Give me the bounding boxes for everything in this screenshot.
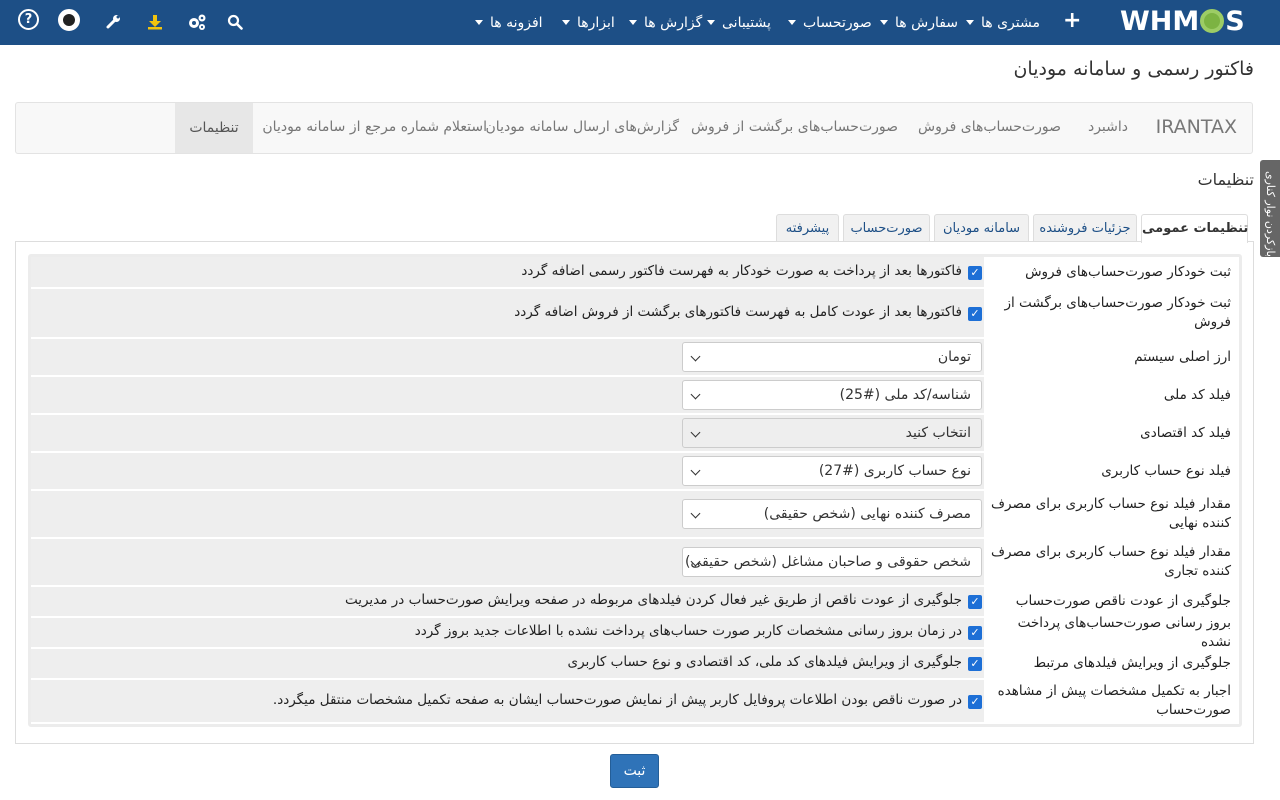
section-title: تنظیمات [1197, 170, 1254, 189]
select-currency[interactable]: تومان [682, 342, 982, 372]
module-navbar: IRANTAX داشبرد صورت‌حساب‌های فروش صورت‌ح… [15, 102, 1253, 154]
checkbox-auto-sales[interactable]: ✓ [968, 266, 982, 280]
module-brand[interactable]: IRANTAX [1156, 116, 1237, 138]
wrench-icon[interactable] [101, 10, 125, 34]
select-national-id-field[interactable]: شناسه/کد ملی (#25) [682, 380, 982, 410]
checkbox-label: جلوگیری از عودت ناقص از طریق غیر فعال کر… [344, 592, 962, 608]
chevron-down-icon [690, 427, 701, 438]
tab-panel: ✓ فاکتورها بعد از پرداخت به صورت خودکار … [15, 241, 1254, 744]
page-title: فاکتور رسمی و سامانه مودیان [1013, 58, 1254, 80]
form-row: ✓ جلوگیری از ویرایش فیلدهای کد ملی، کد ا… [31, 649, 1239, 680]
search-icon[interactable] [223, 10, 247, 34]
gear-logo-icon [1200, 9, 1225, 33]
tab-general[interactable]: تنظیمات عمومی [1141, 214, 1248, 243]
form-row: ✓ فاکتورها بعد از عودت کامل به فهرست فاک… [31, 289, 1239, 339]
tab-seller-details[interactable]: جزئیات فروشنده [1033, 214, 1137, 242]
nav-dashboard[interactable]: داشبرد [1088, 119, 1128, 135]
checkbox-label: جلوگیری از ویرایش فیلدهای کد ملی، کد اقت… [567, 654, 962, 670]
checkbox-label: فاکتورها بعد از عودت کامل به فهرست فاکتو… [514, 304, 962, 320]
menu-addons[interactable]: افزونه ها [475, 13, 543, 33]
checkbox-label: در صورت ناقص بودن اطلاعات پروفایل کاربر … [272, 692, 962, 708]
tab-moadian[interactable]: سامانه مودیان [934, 214, 1029, 242]
form-row: تومان ارز اصلی سیستم [31, 339, 1239, 377]
field-label: فیلد کد ملی [984, 377, 1239, 413]
select-end-consumer-value[interactable]: مصرف کننده نهایی (شخص حقیقی) [682, 499, 982, 529]
checkbox-auto-returns[interactable]: ✓ [968, 307, 982, 321]
caret-down-icon [475, 20, 483, 25]
caret-down-icon [629, 20, 637, 25]
chevron-down-icon [690, 508, 701, 519]
chevron-down-icon [690, 389, 701, 400]
caret-down-icon [880, 20, 888, 25]
cogs-icon[interactable] [185, 10, 209, 34]
nav-reference-inquiry[interactable]: استعلام شماره مرجع از سامانه مودیان [262, 119, 487, 135]
field-label: جلوگیری از ویرایش فیلدهای مرتبط [984, 649, 1239, 678]
whmcs-logo[interactable]: WHM S [1120, 5, 1246, 39]
form-row: ✓ در زمان بروز رسانی مشخصات کاربر صورت ح… [31, 615, 1239, 650]
checkbox-label: فاکتورها بعد از پرداخت به صورت خودکار به… [521, 263, 962, 279]
field-label: ثبت خودکار صورت‌حساب‌های فروش [984, 257, 1239, 287]
top-navbar: WHM S + مشتری ها سفارش ها صورتحساب پشتیبا… [0, 0, 1280, 45]
checkbox-lock-related-fields[interactable]: ✓ [968, 657, 982, 671]
checkbox-update-unpaid[interactable]: ✓ [968, 626, 982, 640]
nav-return-invoices[interactable]: صورت‌حساب‌های برگشت از فروش [691, 119, 898, 135]
form-row: نوع حساب کاربری (#27) فیلد نوع حساب کارب… [31, 453, 1239, 491]
caret-down-icon [966, 20, 974, 25]
caret-down-icon [788, 20, 796, 25]
checkbox-force-profile-completion[interactable]: ✓ [968, 695, 982, 709]
chevron-down-icon [690, 465, 701, 476]
field-label: مقدار فیلد نوع حساب کاربری برای مصرف کنن… [984, 491, 1239, 537]
save-button[interactable]: ثبت [610, 754, 659, 788]
help-icon[interactable]: ? [18, 9, 39, 30]
nav-settings[interactable]: تنظیمات [175, 103, 253, 153]
menu-utilities[interactable]: ابزارها [562, 13, 615, 33]
avatar[interactable] [58, 9, 80, 31]
select-account-type-field[interactable]: نوع حساب کاربری (#27) [682, 456, 982, 486]
form-row: شناسه/کد ملی (#25) فیلد کد ملی [31, 377, 1239, 415]
checkbox-label: در زمان بروز رسانی مشخصات کاربر صورت حسا… [414, 623, 962, 639]
menu-orders[interactable]: سفارش ها [880, 13, 958, 33]
field-label: فیلد نوع حساب کاربری [984, 453, 1239, 489]
field-label: اجبار به تکمیل مشخصات پیش از مشاهده صورت… [984, 680, 1239, 722]
tab-advanced[interactable]: پیشرفته [776, 214, 839, 242]
form-row: مصرف کننده نهایی (شخص حقیقی) مقدار فیلد … [31, 491, 1239, 539]
form-row: ✓ فاکتورها بعد از پرداخت به صورت خودکار … [31, 257, 1239, 289]
caret-down-icon [562, 20, 570, 25]
checkbox-prevent-partial-refund[interactable]: ✓ [968, 595, 982, 609]
field-label: جلوگیری از عودت ناقص صورت‌حساب [984, 587, 1239, 616]
nav-send-reports[interactable]: گزارش‌های ارسال سامانه مودیان [486, 119, 679, 135]
download-icon[interactable] [143, 10, 167, 34]
form-row: شخص حقوقی و صاحبان مشاغل (شخص حقیقی) مقد… [31, 539, 1239, 587]
field-label: ارز اصلی سیستم [984, 339, 1239, 375]
settings-form-table: ✓ فاکتورها بعد از پرداخت به صورت خودکار … [28, 254, 1242, 727]
menu-reports[interactable]: گزارش ها [629, 13, 702, 33]
form-row: انتخاب کنید فیلد کد اقتصادی [31, 415, 1239, 453]
form-row: ✓ در صورت ناقص بودن اطلاعات پروفایل کارب… [31, 680, 1239, 724]
field-label: ثبت خودکار صورت‌حساب‌های برگشت از فروش [984, 289, 1239, 337]
chevron-down-icon [690, 351, 701, 362]
select-business-consumer-value[interactable]: شخص حقوقی و صاحبان مشاغل (شخص حقیقی) [682, 547, 982, 577]
caret-down-icon [707, 20, 715, 25]
field-label: مقدار فیلد نوع حساب کاربری برای مصرف کنن… [984, 539, 1239, 585]
nav-sales-invoices[interactable]: صورت‌حساب‌های فروش [918, 119, 1061, 135]
menu-clients[interactable]: مشتری ها [966, 13, 1040, 33]
menu-support[interactable]: پشتیبانی [707, 13, 771, 33]
field-label: فیلد کد اقتصادی [984, 415, 1239, 451]
tab-invoice[interactable]: صورت‌حساب [843, 214, 930, 242]
field-label: بروز رسانی صورت‌حساب‌های پرداخت نشده [984, 615, 1239, 650]
menu-billing[interactable]: صورتحساب [788, 13, 872, 33]
open-sidebar-toggle[interactable]: بازکردن نوار کناری [1260, 160, 1280, 257]
plus-icon[interactable]: + [1063, 9, 1081, 33]
select-economic-code-field[interactable]: انتخاب کنید [682, 418, 982, 448]
